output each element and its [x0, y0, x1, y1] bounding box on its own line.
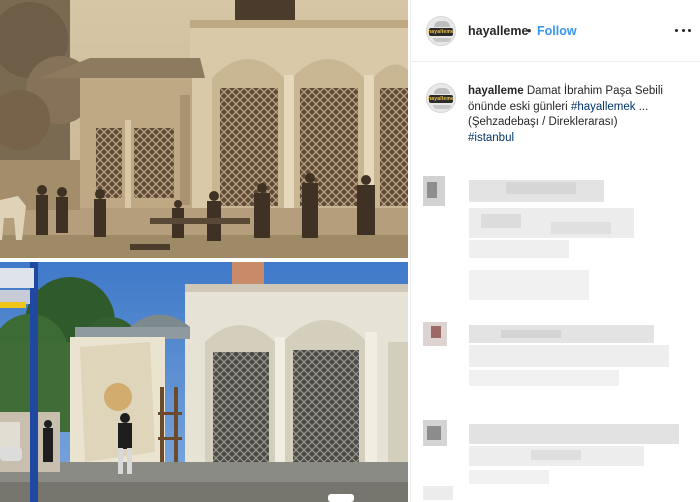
pixelated-text: [501, 330, 561, 338]
pixelated-text: [469, 325, 654, 343]
avatar-logo-text: hayalleme: [428, 29, 454, 35]
pixelated-avatar: [431, 326, 441, 338]
modern-photo: [0, 262, 408, 502]
avatar-bottom-shape: [433, 38, 451, 42]
avatar-bottom-shape: [433, 105, 451, 109]
post-header: hayalleme hayalleme • Follow: [411, 0, 700, 62]
pixelated-avatar: [427, 182, 437, 198]
modern-photo-illustration: [0, 262, 408, 502]
historic-photo-illustration: [0, 0, 408, 258]
pixelated-text: [469, 370, 619, 386]
post-image-panel[interactable]: [0, 0, 410, 502]
caption-username[interactable]: hayalleme: [468, 85, 524, 97]
pixelated-avatar: [427, 426, 441, 440]
avatar[interactable]: hayalleme: [426, 16, 456, 46]
follow-button[interactable]: Follow: [537, 24, 577, 38]
avatar-top-shape: [434, 88, 450, 94]
post-username[interactable]: hayalleme: [468, 24, 528, 38]
pixelated-text: [506, 182, 576, 194]
avatar-logo-text: hayalleme: [428, 96, 454, 102]
pixelated-text: [469, 470, 549, 484]
pixelated-text: [469, 424, 679, 444]
pixelated-text: [469, 270, 589, 300]
pixelated-text: [423, 486, 453, 500]
post-sidebar: hayalleme hayalleme • Follow hayalleme h…: [410, 0, 700, 502]
pixelated-text: [481, 214, 521, 228]
more-dot: [675, 29, 678, 32]
more-dot: [688, 29, 691, 32]
pixelated-text: [531, 450, 581, 460]
hashtag-link[interactable]: #hayallemek: [571, 101, 636, 113]
pixelated-text: [469, 345, 669, 367]
caption-text: hayalleme Damat İbrahim Paşa Sebili önün…: [468, 84, 690, 146]
caption: hayalleme hayalleme Damat İbrahim Paşa S…: [411, 80, 700, 160]
historic-photo: [0, 0, 408, 258]
pixelated-text: [469, 240, 569, 258]
caption-avatar[interactable]: hayalleme: [426, 83, 456, 113]
pixelated-text: [551, 222, 611, 234]
avatar-top-shape: [434, 21, 450, 27]
more-dot: [681, 29, 685, 32]
more-horizontal-icon[interactable]: [673, 20, 693, 40]
separator-dot: •: [527, 24, 532, 38]
caption-ellipsis: ...: [638, 100, 649, 113]
caption-location: (Şehzadebaşı / Direklerarası): [468, 116, 618, 128]
hashtag-link[interactable]: #istanbul: [468, 132, 514, 144]
